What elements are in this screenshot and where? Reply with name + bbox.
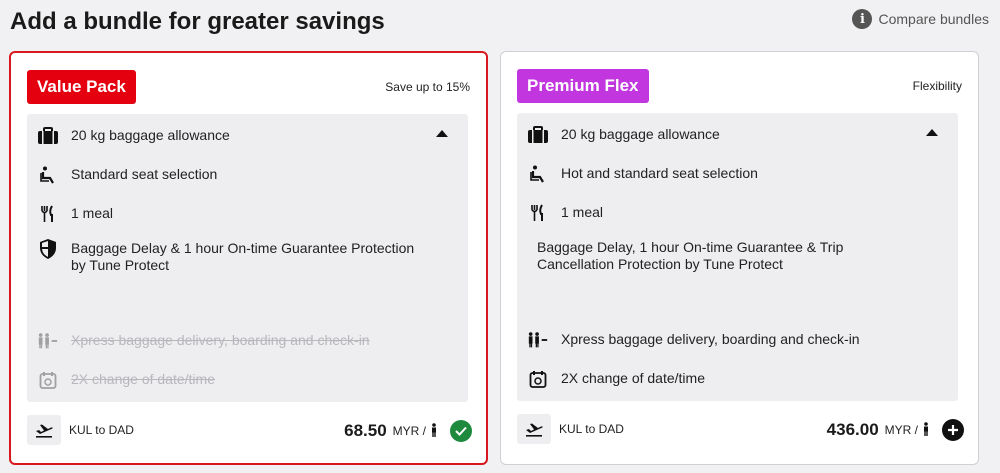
benefit-text: 20 kg baggage allowance (71, 127, 230, 143)
benefit-text: Xpress baggage delivery, boarding and ch… (71, 332, 370, 348)
shield-icon (37, 239, 59, 259)
benefit-text: 1 meal (561, 204, 604, 220)
compare-bundles-link[interactable]: i Compare bundles (852, 9, 989, 29)
benefit-item: 1 meal (527, 204, 948, 222)
xpress-icon (37, 332, 59, 350)
benefit-item: Xpress baggage delivery, boarding and ch… (37, 332, 458, 350)
benefit-text: Baggage Delay & 1 hour On-time Guarantee… (71, 240, 415, 273)
benefit-item: Baggage Delay, 1 hour On-time Guarantee … (537, 239, 918, 273)
seat-icon (527, 165, 549, 183)
benefit-item: Xpress baggage delivery, boarding and ch… (527, 331, 948, 349)
benefit-item: Standard seat selection (37, 166, 458, 184)
info-icon: i (852, 9, 873, 29)
calendar-icon (527, 370, 549, 388)
xpress-icon (527, 331, 549, 349)
benefit-item: 20 kg baggage allowance (527, 126, 948, 144)
luggage-icon (527, 126, 549, 144)
bundle-name-badge: Value Pack (27, 70, 136, 104)
compare-bundles-label: Compare bundles (878, 11, 989, 27)
page-title: Add a bundle for greater savings (10, 8, 385, 35)
per-person-icon (430, 422, 438, 440)
plus-icon[interactable] (942, 419, 964, 441)
per-person-icon (922, 421, 930, 439)
route-info: KUL to DAD (27, 415, 134, 445)
bundle-tagline: Flexibility (912, 79, 962, 93)
price-currency: MYR / (884, 423, 918, 437)
benefit-text: 2X change of date/time (561, 370, 705, 386)
bundle-card-value-pack[interactable]: Value Pack Save up to 15% 20 kg baggage … (9, 51, 488, 465)
meal-icon (527, 204, 549, 222)
bundle-card-premium-flex[interactable]: Premium Flex Flexibility 20 kg baggage a… (500, 51, 979, 465)
price-amount: 68.50 (344, 421, 387, 440)
seat-icon (37, 166, 59, 184)
benefit-item: 2X change of date/time (527, 370, 948, 388)
route-label: KUL to DAD (69, 423, 134, 437)
benefit-text: Xpress baggage delivery, boarding and ch… (561, 331, 860, 347)
benefit-item: 2X change of date/time (37, 371, 458, 389)
calendar-icon (37, 371, 59, 389)
plane-departure-icon (517, 414, 551, 444)
bundle-name-badge: Premium Flex (517, 69, 649, 103)
benefits-list: 20 kg baggage allowance Hot and standard… (517, 113, 958, 401)
benefit-text: 1 meal (71, 205, 114, 221)
benefit-item: 1 meal (37, 205, 458, 223)
benefits-list: 20 kg baggage allowance Standard seat se… (27, 114, 468, 402)
benefit-item: Baggage Delay & 1 hour On-time Guarantee… (37, 239, 418, 274)
route-info: KUL to DAD (517, 414, 624, 444)
benefit-text: Baggage Delay, 1 hour On-time Guarantee … (537, 239, 844, 272)
plane-departure-icon (27, 415, 61, 445)
check-icon[interactable] (450, 420, 472, 442)
benefit-text: Hot and standard seat selection (561, 165, 758, 181)
luggage-icon (37, 127, 59, 145)
meal-icon (37, 205, 59, 223)
price-block: 68.50 MYR / (344, 420, 472, 442)
benefit-text: Standard seat selection (71, 166, 218, 182)
price-amount: 436.00 (826, 420, 879, 439)
price-currency: MYR / (392, 424, 426, 438)
benefit-item: 20 kg baggage allowance (37, 127, 458, 145)
benefit-item: Hot and standard seat selection (527, 165, 948, 183)
bundle-tagline: Save up to 15% (385, 80, 470, 94)
price-block: 436.00 MYR / (827, 419, 964, 441)
benefit-text: 20 kg baggage allowance (561, 126, 720, 142)
route-label: KUL to DAD (559, 422, 624, 436)
benefit-text: 2X change of date/time (71, 371, 215, 387)
